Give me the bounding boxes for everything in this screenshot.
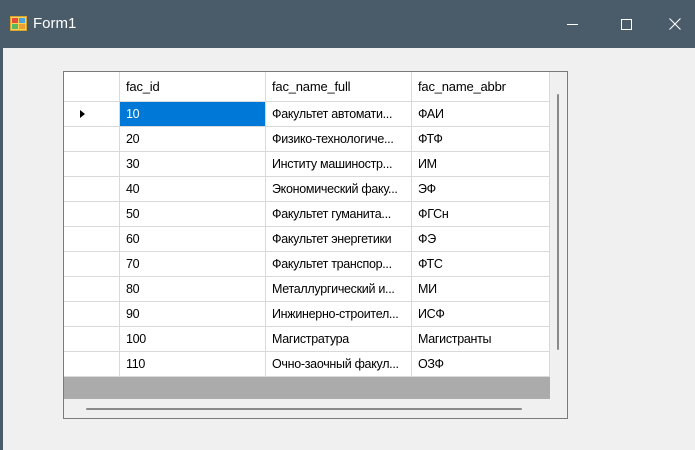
- cell-fac-name-full[interactable]: Институ машиностр...: [266, 152, 412, 177]
- column-header-fac-name-abbr[interactable]: fac_name_abbr: [412, 72, 550, 102]
- grid-rows: 10 Факультет автомати... ФАИ 20 Физико-техно…: [64, 102, 550, 377]
- cell-fac-id[interactable]: 50: [120, 202, 266, 227]
- row-header-cell[interactable]: [64, 227, 120, 252]
- cell-fac-name-abbr[interactable]: ФТФ: [412, 127, 550, 152]
- row-header-cell[interactable]: [64, 102, 120, 127]
- table-row[interactable]: 40 Экономический факу... ЭФ: [64, 177, 550, 202]
- cell-fac-name-full[interactable]: Инжинерно-строител...: [266, 302, 412, 327]
- row-header-corner[interactable]: [64, 72, 120, 102]
- table-row[interactable]: 60 Факультет энергетики ФЭ: [64, 227, 550, 252]
- table-row[interactable]: 100 Магистратура Магистранты: [64, 327, 550, 352]
- cell-fac-id[interactable]: 90: [120, 302, 266, 327]
- table-row[interactable]: 20 Физико-технологиче... ФТФ: [64, 127, 550, 152]
- cell-fac-id[interactable]: 80: [120, 277, 266, 302]
- cell-fac-name-full[interactable]: Металлургический и...: [266, 277, 412, 302]
- grid-header-row: fac_id fac_name_full fac_name_abbr: [64, 72, 550, 102]
- cell-fac-id[interactable]: 60: [120, 227, 266, 252]
- vertical-scrollbar[interactable]: [550, 72, 567, 399]
- cell-fac-name-abbr[interactable]: МИ: [412, 277, 550, 302]
- cell-fac-id[interactable]: 10: [120, 102, 266, 127]
- cell-fac-name-abbr[interactable]: ИСФ: [412, 302, 550, 327]
- window-title: Form1: [33, 15, 77, 32]
- table-row[interactable]: 70 Факультет транспор... ФТС: [64, 252, 550, 277]
- row-header-cell[interactable]: [64, 302, 120, 327]
- cell-fac-name-abbr[interactable]: ФГСн: [412, 202, 550, 227]
- window-left-border: [0, 48, 3, 450]
- cell-fac-id[interactable]: 40: [120, 177, 266, 202]
- cell-fac-name-abbr[interactable]: ИМ: [412, 152, 550, 177]
- table-row[interactable]: 50 Факультет гуманита... ФГСн: [64, 202, 550, 227]
- cell-fac-id[interactable]: 30: [120, 152, 266, 177]
- table-row[interactable]: 30 Институ машиностр... ИМ: [64, 152, 550, 177]
- row-header-cell[interactable]: [64, 327, 120, 352]
- horizontal-scroll-thumb[interactable]: [86, 408, 522, 410]
- cell-fac-name-full[interactable]: Факультет транспор...: [266, 252, 412, 277]
- cell-fac-name-full[interactable]: Факультет гуманита...: [266, 202, 412, 227]
- table-row[interactable]: 80 Металлургический и... МИ: [64, 277, 550, 302]
- scrollbar-corner: [550, 399, 567, 418]
- row-header-cell[interactable]: [64, 202, 120, 227]
- vertical-scroll-thumb[interactable]: [557, 94, 559, 350]
- cell-fac-id[interactable]: 70: [120, 252, 266, 277]
- row-header-cell[interactable]: [64, 127, 120, 152]
- row-header-cell[interactable]: [64, 277, 120, 302]
- data-grid-view[interactable]: fac_id fac_name_full fac_name_abbr 10 Фак…: [63, 71, 568, 419]
- minimize-icon: [566, 23, 578, 25]
- row-header-cell[interactable]: [64, 152, 120, 177]
- row-pointer-icon: [80, 110, 85, 118]
- row-header-cell[interactable]: [64, 177, 120, 202]
- cell-fac-name-full[interactable]: Факультет энергетики: [266, 227, 412, 252]
- row-header-cell[interactable]: [64, 352, 120, 377]
- cell-fac-name-full[interactable]: Магистратура: [266, 327, 412, 352]
- cell-fac-name-abbr[interactable]: ФАИ: [412, 102, 550, 127]
- cell-fac-name-abbr[interactable]: ЭФ: [412, 177, 550, 202]
- close-icon: [669, 18, 681, 30]
- minimize-button[interactable]: [549, 0, 595, 48]
- row-header-cell[interactable]: [64, 252, 120, 277]
- table-row[interactable]: 110 Очно-заочный факул... ОЗФ: [64, 352, 550, 377]
- form-app-icon[interactable]: [10, 16, 27, 31]
- horizontal-scrollbar[interactable]: [64, 399, 550, 418]
- maximize-icon: [620, 18, 632, 30]
- cell-fac-name-abbr[interactable]: ОЗФ: [412, 352, 550, 377]
- maximize-button[interactable]: [603, 0, 649, 48]
- close-button[interactable]: [652, 0, 695, 48]
- cell-fac-name-full[interactable]: Физико-технологиче...: [266, 127, 412, 152]
- title-bar: Form1: [0, 0, 695, 48]
- cell-fac-name-full[interactable]: Факультет автомати...: [266, 102, 412, 127]
- cell-fac-id[interactable]: 110: [120, 352, 266, 377]
- cell-fac-id[interactable]: 20: [120, 127, 266, 152]
- table-row[interactable]: 90 Инжинерно-строител... ИСФ: [64, 302, 550, 327]
- cell-fac-name-abbr[interactable]: Магистранты: [412, 327, 550, 352]
- table-row[interactable]: 10 Факультет автомати... ФАИ: [64, 102, 550, 127]
- column-header-fac-id[interactable]: fac_id: [120, 72, 266, 102]
- cell-fac-name-full[interactable]: Экономический факу...: [266, 177, 412, 202]
- cell-fac-id[interactable]: 100: [120, 327, 266, 352]
- cell-fac-name-abbr[interactable]: ФТС: [412, 252, 550, 277]
- column-header-fac-name-full[interactable]: fac_name_full: [266, 72, 412, 102]
- cell-fac-name-abbr[interactable]: ФЭ: [412, 227, 550, 252]
- cell-fac-name-full[interactable]: Очно-заочный факул...: [266, 352, 412, 377]
